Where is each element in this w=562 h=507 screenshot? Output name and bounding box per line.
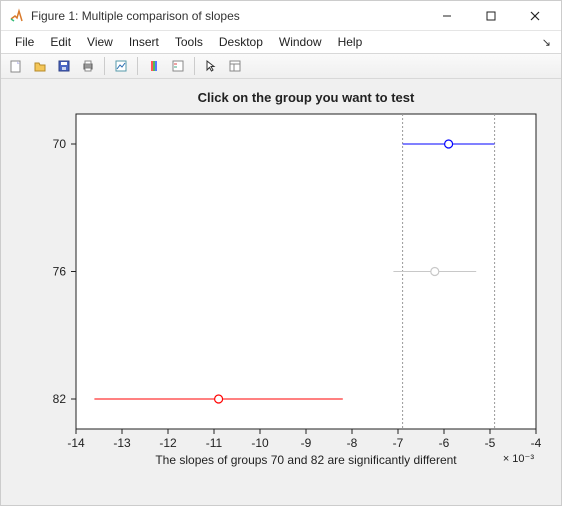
comparison-message: The slopes of groups 70 and 82 are signi… — [155, 453, 457, 467]
matlab-icon — [9, 8, 25, 24]
multcompare-plot[interactable]: Click on the group you want to test -14 -1… — [1, 79, 562, 507]
window-title: Figure 1: Multiple comparison of slopes — [31, 9, 425, 23]
titlebar: Figure 1: Multiple comparison of slopes — [1, 1, 561, 31]
x-tick-label: -8 — [347, 436, 358, 450]
figure-canvas: Click on the group you want to test -14 -1… — [1, 79, 561, 505]
y-tick-label: 82 — [53, 392, 67, 406]
x-tick-label: -14 — [67, 436, 85, 450]
x-tick-label: -5 — [485, 436, 496, 450]
print-icon[interactable] — [77, 56, 99, 76]
dock-button[interactable]: ↘ — [538, 36, 555, 49]
menu-view[interactable]: View — [79, 33, 121, 51]
x-tick-label: -10 — [251, 436, 269, 450]
separator — [194, 57, 195, 75]
y-tick-label: 70 — [53, 137, 67, 151]
separator — [104, 57, 105, 75]
group-marker-76[interactable] — [431, 268, 439, 276]
x-tick-label: -9 — [301, 436, 312, 450]
group-marker-70[interactable] — [445, 140, 453, 148]
menu-desktop[interactable]: Desktop — [211, 33, 271, 51]
insert-legend-icon[interactable] — [167, 56, 189, 76]
pointer-icon[interactable] — [200, 56, 222, 76]
x-tick-label: -6 — [439, 436, 450, 450]
insert-colorbar-icon[interactable] — [143, 56, 165, 76]
chart-title: Click on the group you want to test — [198, 90, 415, 105]
menu-file[interactable]: File — [7, 33, 42, 51]
x-tick-label: -11 — [206, 436, 223, 450]
y-tick-label: 76 — [53, 265, 67, 279]
group-marker-82[interactable] — [215, 395, 223, 403]
menu-help[interactable]: Help — [330, 33, 371, 51]
menu-edit[interactable]: Edit — [42, 33, 79, 51]
menu-window[interactable]: Window — [271, 33, 330, 51]
minimize-button[interactable] — [425, 2, 469, 30]
toolbar — [1, 53, 561, 79]
x-multiplier-label: × 10⁻³ — [503, 453, 535, 465]
save-icon[interactable] — [53, 56, 75, 76]
new-figure-icon[interactable] — [5, 56, 27, 76]
menu-insert[interactable]: Insert — [121, 33, 167, 51]
x-tick-label: -13 — [113, 436, 131, 450]
open-icon[interactable] — [29, 56, 51, 76]
maximize-button[interactable] — [469, 2, 513, 30]
x-tick-label: -12 — [159, 436, 177, 450]
menu-tools[interactable]: Tools — [167, 33, 211, 51]
close-button[interactable] — [513, 2, 557, 30]
separator — [137, 57, 138, 75]
property-inspector-icon[interactable] — [224, 56, 246, 76]
edit-plot-icon[interactable] — [110, 56, 132, 76]
x-tick-label: -4 — [531, 436, 542, 450]
menubar: File Edit View Insert Tools Desktop Wind… — [1, 31, 561, 53]
x-tick-label: -7 — [393, 436, 404, 450]
